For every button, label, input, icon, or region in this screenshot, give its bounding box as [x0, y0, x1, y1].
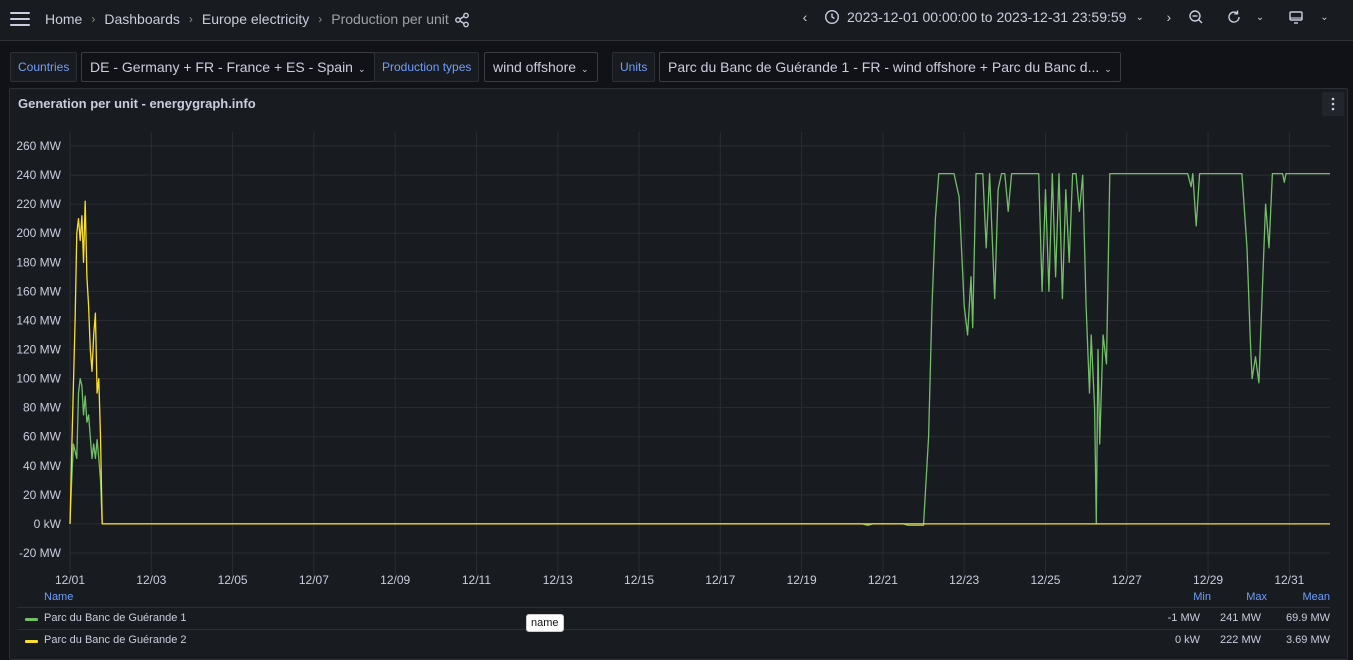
chevron-down-icon: ⌄	[357, 64, 366, 74]
x-tick-label: 12/01	[55, 573, 85, 587]
x-tick-label: 12/15	[624, 573, 654, 587]
legend-row[interactable]: Parc du Banc de Guérande 1 -1 MW 241 MW …	[17, 607, 1330, 629]
variables-bar: Countries DE - Germany + FR - France + E…	[0, 52, 1353, 82]
x-tick-label: 12/23	[949, 573, 979, 587]
production-types-label: Production types	[374, 52, 480, 82]
breadcrumb-chevron-icon: ›	[188, 12, 193, 26]
x-tick-label: 12/11	[462, 573, 491, 587]
y-tick-label: 160 MW	[16, 284, 61, 298]
legend-min: 0 kW	[1174, 634, 1200, 646]
y-tick-label: 240 MW	[16, 168, 61, 182]
clock-icon	[824, 9, 840, 25]
legend-header: Name Min Max Mean	[9, 590, 1336, 606]
page-title: Production per unit	[331, 11, 449, 27]
refresh-interval-chevron-icon[interactable]: ⌄	[1256, 12, 1264, 23]
time-forward-chevron-icon[interactable]: ›	[1162, 9, 1176, 25]
y-tick-label: 120 MW	[16, 343, 61, 357]
countries-select[interactable]: DE - Germany + FR - France + ES - Spain ⌄	[81, 52, 375, 82]
menu-icon[interactable]	[10, 12, 30, 28]
y-tick-label: 40 MW	[23, 459, 62, 473]
breadcrumb-folder[interactable]: Europe electricity	[202, 11, 309, 27]
series-color-swatch	[25, 618, 38, 621]
legend-row[interactable]: Parc du Banc de Guérande 2 0 kW 222 MW 3…	[17, 629, 1330, 651]
legend-max: 241 MW	[1220, 612, 1261, 624]
breadcrumb-home[interactable]: Home	[45, 11, 82, 27]
time-range-picker[interactable]: 2023-12-01 00:00:00 to 2023-12-31 23:59:…	[847, 9, 1126, 25]
legend-header-name[interactable]: Name	[44, 591, 73, 603]
chevron-down-icon[interactable]: ⌄	[1135, 12, 1143, 23]
y-tick-label: 200 MW	[16, 226, 61, 240]
legend-series-name[interactable]: Parc du Banc de Guérande 1	[44, 612, 186, 624]
legend-min: -1 MW	[1167, 612, 1200, 624]
legend-mean: 69.9 MW	[1285, 612, 1330, 624]
legend-header-max[interactable]: Max	[1246, 591, 1267, 603]
x-tick-label: 12/17	[705, 573, 735, 587]
series-line-2[interactable]	[69, 200, 1330, 525]
y-tick-label: 80 MW	[23, 401, 62, 415]
y-tick-label: 220 MW	[16, 197, 61, 211]
units-value: Parc du Banc de Guérande 1 - FR - wind o…	[668, 59, 1100, 75]
y-tick-label: 260 MW	[16, 139, 61, 153]
x-tick-label: 12/05	[218, 573, 248, 587]
breadcrumb-chevron-icon: ›	[318, 12, 323, 26]
y-tick-label: 140 MW	[16, 313, 61, 327]
tv-mode-icon[interactable]	[1288, 9, 1304, 25]
units-label: Units	[612, 52, 656, 82]
y-tick-label: -20 MW	[19, 546, 62, 560]
x-tick-label: 12/09	[380, 573, 410, 587]
time-controls: ‹ 2023-12-01 00:00:00 to 2023-12-31 23:5…	[798, 9, 1329, 25]
legend-header-mean[interactable]: Mean	[1302, 591, 1330, 603]
chevron-down-icon: ⌄	[1104, 64, 1112, 74]
countries-label: Countries	[10, 52, 78, 82]
legend-mean: 3.69 MW	[1285, 634, 1330, 646]
y-tick-label: 60 MW	[23, 430, 62, 444]
time-back-chevron-icon[interactable]: ‹	[798, 9, 812, 25]
x-tick-label: 12/13	[543, 573, 573, 587]
legend-max: 222 MW	[1220, 634, 1261, 646]
view-mode-chevron-icon[interactable]: ⌄	[1320, 12, 1328, 23]
x-tick-label: 12/21	[868, 573, 898, 587]
top-navbar: Home › Dashboards › Europe electricity ›…	[0, 0, 1353, 41]
x-tick-label: 12/07	[299, 573, 329, 587]
chart-panel: Generation per unit - energygraph.info 2…	[9, 88, 1348, 660]
x-tick-label: 12/27	[1112, 573, 1142, 587]
share-icon[interactable]	[454, 12, 470, 28]
y-tick-label: 180 MW	[16, 255, 61, 269]
time-series-chart[interactable]: 260 MW 240 MW 220 MW 200 MW 180 MW 160 MW 140 …	[10, 119, 1346, 591]
chevron-down-icon: ⌄	[581, 64, 589, 74]
panel-menu-icon[interactable]	[1322, 92, 1344, 116]
legend-series-name[interactable]: Parc du Banc de Guérande 2	[44, 634, 186, 646]
zoom-out-icon[interactable]	[1188, 9, 1204, 25]
column-tooltip: name	[526, 614, 564, 632]
y-tick-label: 0 kW	[34, 517, 62, 531]
y-tick-label: 100 MW	[16, 372, 61, 386]
series-color-swatch	[25, 640, 38, 643]
breadcrumb: Home › Dashboards › Europe electricity ›…	[45, 11, 449, 27]
units-select[interactable]: Parc du Banc de Guérande 1 - FR - wind o…	[659, 52, 1121, 82]
production-types-select[interactable]: wind offshore ⌄	[484, 52, 598, 82]
y-tick-label: 20 MW	[23, 488, 62, 502]
breadcrumb-chevron-icon: ›	[91, 12, 96, 26]
x-tick-label: 12/25	[1030, 573, 1060, 587]
production-types-value: wind offshore	[493, 59, 577, 75]
refresh-icon[interactable]	[1226, 9, 1242, 25]
x-tick-label: 12/19	[787, 573, 817, 587]
countries-value: DE - Germany + FR - France + ES - Spain	[90, 59, 353, 75]
x-tick-label: 12/31	[1274, 573, 1304, 587]
x-tick-label: 12/29	[1193, 573, 1223, 587]
panel-title: Generation per unit - energygraph.info	[18, 96, 256, 111]
x-tick-label: 12/03	[136, 573, 166, 587]
breadcrumb-dashboards[interactable]: Dashboards	[104, 11, 180, 27]
legend-header-min[interactable]: Min	[1193, 591, 1211, 603]
